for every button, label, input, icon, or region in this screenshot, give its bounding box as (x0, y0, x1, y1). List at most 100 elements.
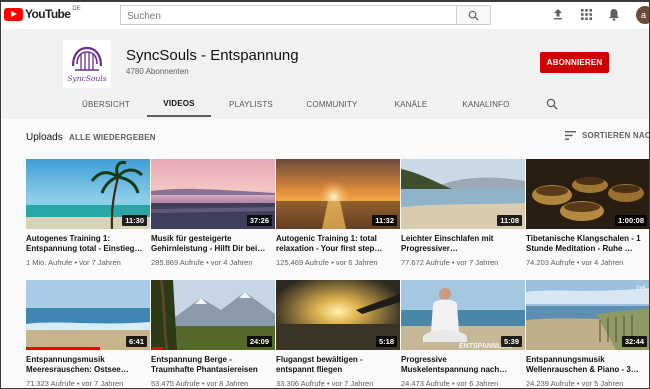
video-thumbnail[interactable]: 37:26 (151, 159, 275, 229)
video-thumbnail[interactable]: 24:09 (151, 280, 275, 350)
video-duration: 5:39 (500, 336, 522, 347)
upload-icon[interactable] (551, 7, 565, 21)
search-icon (468, 10, 479, 21)
masthead: YouTube DE a (1, 2, 649, 29)
subscriber-count: 4780 Abonnenten (126, 67, 189, 76)
meta-separator: • (206, 258, 209, 267)
video-card[interactable]: 11:08 Leichter Einschlafen mit Progressi… (401, 159, 525, 267)
search-box (120, 5, 491, 26)
video-duration: 11:08 (497, 215, 522, 226)
meta-separator: • (451, 258, 455, 267)
video-meta: 77.672 Aufrufe • vor 7 Jahren (401, 258, 525, 267)
video-title[interactable]: Flugangst bewältigen - entspannt fliegen (276, 355, 400, 375)
video-title[interactable]: Musik für gesteigerte Gehirnleistung - H… (151, 234, 275, 254)
apps-grid-icon[interactable] (579, 7, 593, 21)
account-avatar[interactable]: a (636, 6, 649, 24)
video-age: vor 7 Jahren (456, 258, 499, 267)
sort-button[interactable]: SORTIEREN NACH (565, 131, 650, 140)
video-thumbnail[interactable]: 11:32 (276, 159, 400, 229)
video-age: vor 8 Jahren (206, 379, 249, 388)
uploads-section-header: Uploads ALLE WIEDERGEBEN SORTIEREN NACH (1, 119, 650, 155)
video-views: 285.869 Aufrufe (151, 258, 204, 267)
video-thumbnail[interactable]: 2x5 32:44 (526, 280, 649, 350)
video-meta: 24.473 Aufrufe • vor 6 Jahren (401, 379, 525, 388)
channel-header: SyncSouls SyncSouls - Entspannung 4780 A… (1, 29, 649, 119)
video-title[interactable]: Entspannung Berge - Traumhafte Phantasie… (151, 355, 275, 375)
video-thumbnail[interactable]: 11:08 (401, 159, 525, 229)
video-title[interactable]: Entspannungsmusik Wellenrauschen & Piano… (526, 355, 649, 375)
search-button[interactable] (456, 6, 490, 24)
video-card[interactable]: 5:18 Flugangst bewältigen - entspannt fl… (276, 280, 400, 388)
video-views: 33.306 Aufrufe (276, 379, 325, 388)
video-meta: 53.475 Aufrufe • vor 8 Jahren (151, 379, 275, 388)
tab-kanaele[interactable]: KANÄLE (381, 91, 441, 117)
video-age: vor 4 Jahren (210, 258, 253, 267)
video-views: 71.323 Aufrufe (26, 379, 75, 388)
video-thumbnail[interactable]: 6:41 (26, 280, 150, 350)
meta-separator: • (331, 258, 334, 267)
video-card[interactable]: 24:09 Entspannung Berge - Traumhafte Pha… (151, 280, 275, 388)
video-age: vor 7 Jahren (79, 258, 121, 267)
watch-progress-bar (151, 347, 164, 350)
video-age: vor 6 Jahren (456, 379, 499, 388)
channel-search-icon[interactable] (546, 97, 560, 111)
tab-videos[interactable]: VIDEOS (147, 91, 211, 117)
video-card[interactable]: 6:41 Entspannungsmusik Meeresrauschen: O… (26, 280, 150, 388)
video-grid: 11:30 Autogenes Training 1: Entspannung … (1, 155, 649, 388)
tab-playlists[interactable]: PLAYLISTS (219, 91, 283, 117)
search-input[interactable] (121, 7, 451, 26)
logo-country-code: DE (72, 6, 81, 12)
video-age: vor 6 Jahren (335, 258, 378, 267)
tab-uebersicht[interactable]: ÜBERSICHT (73, 91, 139, 117)
video-thumbnail[interactable]: 1:00:08 (526, 159, 649, 229)
channel-logo[interactable]: SyncSouls (63, 40, 111, 88)
video-meta: 1 Mio. Aufrufe • vor 7 Jahren (26, 258, 150, 267)
meta-separator: • (451, 379, 455, 388)
video-card[interactable]: 11:32 Autogenic Training 1: total relaxa… (276, 159, 400, 267)
video-duration: 11:32 (372, 215, 397, 226)
video-title[interactable]: Tibetanische Klangschalen - 1 Stunde Med… (526, 234, 649, 254)
video-views: 24.473 Aufrufe (401, 379, 450, 388)
video-duration: 11:30 (122, 215, 147, 226)
sort-label: SORTIEREN NACH (582, 131, 650, 140)
video-card[interactable]: ENTSPANNUNG 5:39 Progressive Muskelentsp… (401, 280, 525, 388)
video-thumbnail[interactable]: 11:30 (26, 159, 150, 229)
video-card[interactable]: 11:30 Autogenes Training 1: Entspannung … (26, 159, 150, 267)
video-views: 53.475 Aufrufe (151, 379, 200, 388)
tab-kanalinfo[interactable]: KANALINFO (453, 91, 519, 117)
video-duration: 32:44 (621, 336, 647, 347)
video-meta: 33.306 Aufrufe • vor 7 Jahren (276, 379, 400, 388)
youtube-play-icon (4, 7, 23, 21)
video-age: vor 4 Jahren (581, 258, 624, 267)
play-all-button[interactable]: ALLE WIEDERGEBEN (69, 133, 156, 142)
video-age: vor 7 Jahren (81, 379, 124, 388)
video-title[interactable]: Autogenic Training 1: total relaxation -… (276, 234, 400, 254)
youtube-logo[interactable]: YouTube DE (4, 6, 81, 21)
video-age: vor 5 Jahren (581, 379, 624, 388)
video-title[interactable]: Autogenes Training 1: Entspannung total … (26, 234, 150, 254)
video-title[interactable]: Entspannungsmusik Meeresrauschen: Ostsee… (26, 355, 150, 375)
video-card[interactable]: 1:00:08 Tibetanische Klangschalen - 1 St… (526, 159, 649, 267)
video-thumbnail[interactable]: 5:18 (276, 280, 400, 350)
meta-separator: • (201, 379, 205, 388)
video-duration: 5:18 (375, 336, 397, 347)
video-title[interactable]: Progressive Muskelentspannung nach… (401, 355, 525, 375)
video-card[interactable]: 37:26 Musik für gesteigerte Gehirnleistu… (151, 159, 275, 267)
video-views: 125.469 Aufrufe (276, 258, 329, 267)
video-views: 77.672 Aufrufe (401, 258, 450, 267)
subscribe-button[interactable]: ABONNIEREN (540, 52, 609, 73)
video-duration: 24:09 (246, 336, 272, 347)
video-title[interactable]: Leichter Einschlafen mit Progressiver… (401, 234, 525, 254)
meta-separator: • (576, 258, 580, 267)
channel-tabs: ÜBERSICHT VIDEOS PLAYLISTS COMMUNITY KAN… (1, 91, 649, 117)
watch-progress-bar (26, 347, 101, 350)
video-card[interactable]: 2x5 32:44 Entspannungsmusik Wellenrausch… (526, 280, 649, 388)
video-meta: 125.469 Aufrufe • vor 6 Jahren (276, 258, 400, 267)
tab-community[interactable]: COMMUNITY (299, 91, 365, 117)
video-age: vor 7 Jahren (331, 379, 374, 388)
browser-frame: YouTube DE a (0, 0, 650, 389)
video-thumbnail[interactable]: ENTSPANNUNG 5:39 (401, 280, 525, 350)
thumbnail-overlay-text: 2x5 (636, 286, 646, 292)
uploads-title: Uploads (26, 132, 63, 143)
notifications-bell-icon[interactable] (607, 7, 621, 21)
